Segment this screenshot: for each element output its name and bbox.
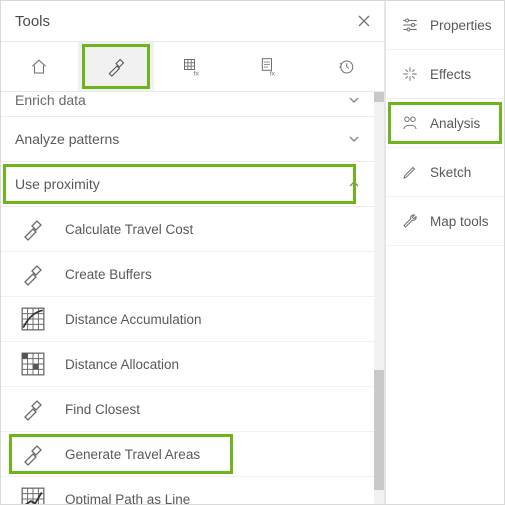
hammer-icon [19,440,47,468]
tab-raster-function-editor[interactable]: fx [231,42,308,91]
side-label: Sketch [430,165,471,180]
doc-fx-icon: fx [259,57,279,77]
side-effects[interactable]: Effects [386,50,504,99]
tool-distance-allocation[interactable]: Distance Allocation [1,342,374,387]
tool-calculate-travel-cost[interactable]: Calculate Travel Cost [1,207,374,252]
pencil-icon [400,162,420,182]
group-analyze-patterns[interactable]: Analyze patterns [1,117,374,162]
side-label: Properties [430,18,492,33]
tab-home[interactable] [1,42,78,91]
side-properties[interactable]: Properties [386,1,504,50]
wrench-icon [400,211,420,231]
tools-panel: Tools fx fx [1,1,385,504]
analysis-icon [400,113,420,133]
tool-label: Distance Accumulation [65,312,202,327]
tab-tools[interactable] [78,42,155,91]
side-label: Analysis [430,116,480,131]
tool-label: Distance Allocation [65,357,179,372]
hammer-icon [19,395,47,423]
tool-label: Find Closest [65,402,140,417]
chevron-down-icon [348,133,360,145]
history-icon [337,58,355,76]
group-enrich-label: Enrich data [15,92,348,108]
close-icon[interactable] [354,11,374,31]
tool-optimal-path-as-line[interactable]: Optimal Path as Line [1,477,374,504]
optimal-path-icon [19,485,47,504]
sparkle-icon [400,64,420,84]
scroll-thumb-top[interactable] [374,92,384,102]
tool-label: Calculate Travel Cost [65,222,193,237]
tool-generate-travel-areas[interactable]: Generate Travel Areas [1,432,374,477]
svg-text:fx: fx [270,70,276,77]
group-analyze-label: Analyze patterns [15,131,348,147]
scroll-thumb[interactable] [374,370,384,490]
grid-fx-icon: fx [182,57,202,77]
tool-label: Generate Travel Areas [65,447,200,462]
side-panel: Properties Effects Analysis Sketch Map t… [385,1,504,504]
group-enrich-data[interactable]: Enrich data [1,92,374,117]
tool-label: Optimal Path as Line [65,492,190,505]
chevron-up-icon [348,178,360,190]
tool-find-closest[interactable]: Find Closest [1,387,374,432]
side-sketch[interactable]: Sketch [386,148,504,197]
hammer-icon [19,215,47,243]
tool-create-buffers[interactable]: Create Buffers [1,252,374,297]
tools-tabs: fx fx [1,42,384,92]
group-use-proximity[interactable]: Use proximity [1,162,374,207]
tab-raster-functions[interactable]: fx [154,42,231,91]
hammer-icon [19,260,47,288]
tools-title: Tools [15,13,354,30]
chevron-down-icon [348,94,360,106]
tool-distance-accumulation[interactable]: Distance Accumulation [1,297,374,342]
sliders-icon [400,15,420,35]
tool-label: Create Buffers [65,267,152,282]
side-label: Map tools [430,214,489,229]
tools-header: Tools [1,1,384,42]
distance-accum-icon [19,305,47,333]
svg-text:fx: fx [194,70,200,77]
distance-alloc-icon [19,350,47,378]
side-analysis[interactable]: Analysis [386,99,504,148]
tab-history[interactable] [307,42,384,91]
home-icon [30,58,48,76]
side-map-tools[interactable]: Map tools [386,197,504,246]
tools-scroll[interactable]: Enrich data Analyze patterns Use proximi… [1,92,384,504]
side-label: Effects [430,67,471,82]
group-proximity-label: Use proximity [15,176,348,192]
hammer-icon [106,57,126,77]
